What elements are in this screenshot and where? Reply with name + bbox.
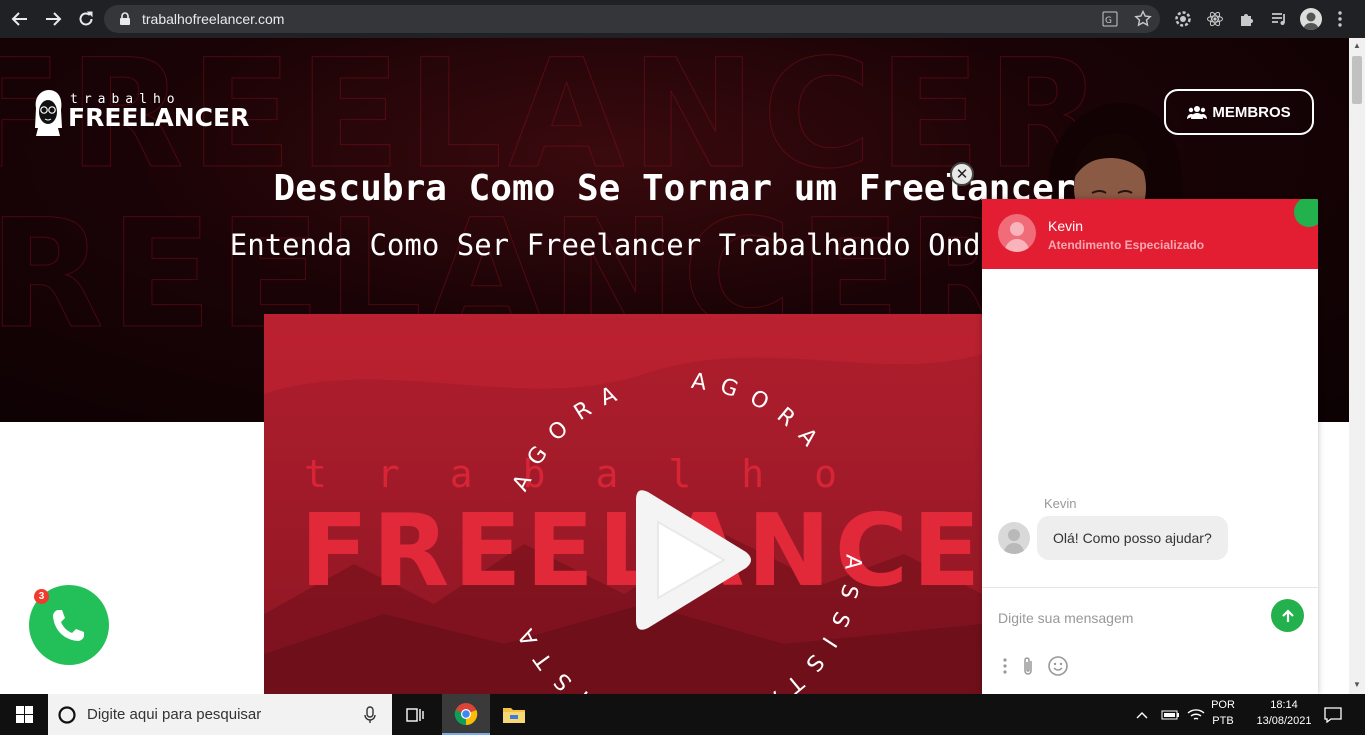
menu-kebab-icon[interactable] [1330, 9, 1350, 29]
profile-avatar[interactable] [1300, 8, 1322, 30]
chat-message-input[interactable] [998, 606, 1258, 630]
tray-expand-icon[interactable] [1132, 694, 1152, 735]
keyboard-layout[interactable]: PTB [1209, 715, 1237, 727]
svg-text:ASSISTA: ASSISTA [747, 554, 865, 694]
svg-text:AGORA: AGORA [508, 377, 633, 495]
ring-word-assista: ASSISTA [747, 554, 851, 694]
wifi-icon[interactable] [1184, 694, 1208, 735]
chat-divider [982, 587, 1318, 588]
chat-message-text: Olá! Como posso ajudar? [1053, 530, 1212, 546]
windows-logo-icon [15, 706, 33, 723]
agent-avatar [998, 214, 1036, 252]
svg-text:G: G [1105, 16, 1112, 26]
message-sender-name: Kevin [1044, 496, 1077, 511]
cortana-circle-icon [58, 705, 76, 724]
start-button[interactable] [0, 694, 48, 735]
agent-name: Kevin [1048, 218, 1084, 234]
arrow-up-icon [1281, 608, 1294, 622]
video-player[interactable]: trabalho FREELANCER AGORA AGORA ASSISTA … [264, 314, 982, 694]
taskbar-search-placeholder: Digite aqui para pesquisar [87, 706, 262, 723]
scroll-up-icon[interactable]: ▲ [1353, 42, 1361, 50]
address-bar[interactable]: trabalhofreelancer.com [104, 5, 1160, 33]
users-icon [1187, 106, 1208, 119]
members-label: MEMBROS [1212, 103, 1291, 121]
notifications-icon[interactable] [1318, 694, 1348, 735]
site-logo[interactable]: trabalho FREELANCER [32, 88, 249, 136]
bookmark-star-icon[interactable] [1133, 9, 1153, 29]
url-text: trabalhofreelancer.com [142, 11, 285, 27]
more-options-icon[interactable] [994, 655, 1016, 677]
extensions-puzzle-icon[interactable] [1237, 9, 1257, 29]
scroll-thumb[interactable] [1352, 56, 1362, 104]
clock-date[interactable]: 13/08/2021 [1252, 715, 1316, 727]
page-scrollbar[interactable]: ▲ ▼ [1349, 38, 1365, 694]
taskbar-search-box[interactable]: Digite aqui para pesquisar [48, 694, 392, 735]
online-status-indicator [1294, 199, 1318, 227]
translate-icon[interactable]: G [1100, 9, 1120, 29]
phone-icon [53, 610, 84, 641]
attachment-icon[interactable] [1017, 655, 1039, 677]
chat-header: Kevin Atendimento Especializado [982, 199, 1318, 269]
svg-text:AGORA: AGORA [690, 369, 831, 462]
keyboard-language[interactable]: POR [1209, 699, 1237, 711]
forward-icon[interactable] [42, 8, 64, 30]
microphone-icon[interactable] [364, 705, 376, 724]
react-devtools-icon[interactable] [1205, 9, 1225, 29]
ring-word-agora: AGORA [508, 377, 619, 495]
logo-face-icon [35, 90, 62, 136]
send-button[interactable] [1271, 599, 1304, 632]
webpage: FREELANCER FREELANCER trabalho FREELANCE… [0, 38, 1349, 694]
file-explorer-icon[interactable] [490, 694, 538, 735]
chat-close-button[interactable]: ✕ [950, 162, 974, 186]
emoji-icon[interactable] [1047, 655, 1069, 677]
chrome-taskbar-icon[interactable] [442, 694, 490, 735]
play-icon[interactable] [618, 482, 758, 642]
reload-icon[interactable] [75, 8, 97, 30]
agent-role: Atendimento Especializado [1048, 238, 1205, 252]
clock-time[interactable]: 18:14 [1252, 699, 1316, 711]
chat-widget: Kevin Atendimento Especializado Kevin Ol… [982, 199, 1318, 694]
lock-icon [120, 12, 130, 25]
ring-word-agora-2: AGORA [690, 369, 817, 462]
logo-big-text: FREELANCER [68, 103, 250, 132]
task-view-icon[interactable] [392, 694, 440, 735]
notification-badge: 3 [34, 589, 49, 604]
scroll-down-icon[interactable]: ▼ [1353, 681, 1361, 689]
back-icon[interactable] [9, 8, 31, 30]
battery-icon[interactable] [1158, 694, 1182, 735]
media-control-icon[interactable] [1269, 9, 1289, 29]
chat-message-bubble: Olá! Como posso ajudar? [1037, 516, 1228, 560]
windows-taskbar: Digite aqui para pesquisar POR PTB 18:14… [0, 694, 1365, 735]
browser-toolbar: trabalhofreelancer.com G [0, 0, 1365, 38]
message-avatar [998, 522, 1030, 554]
members-button[interactable]: MEMBROS [1164, 89, 1314, 135]
gear-icon[interactable] [1173, 9, 1193, 29]
